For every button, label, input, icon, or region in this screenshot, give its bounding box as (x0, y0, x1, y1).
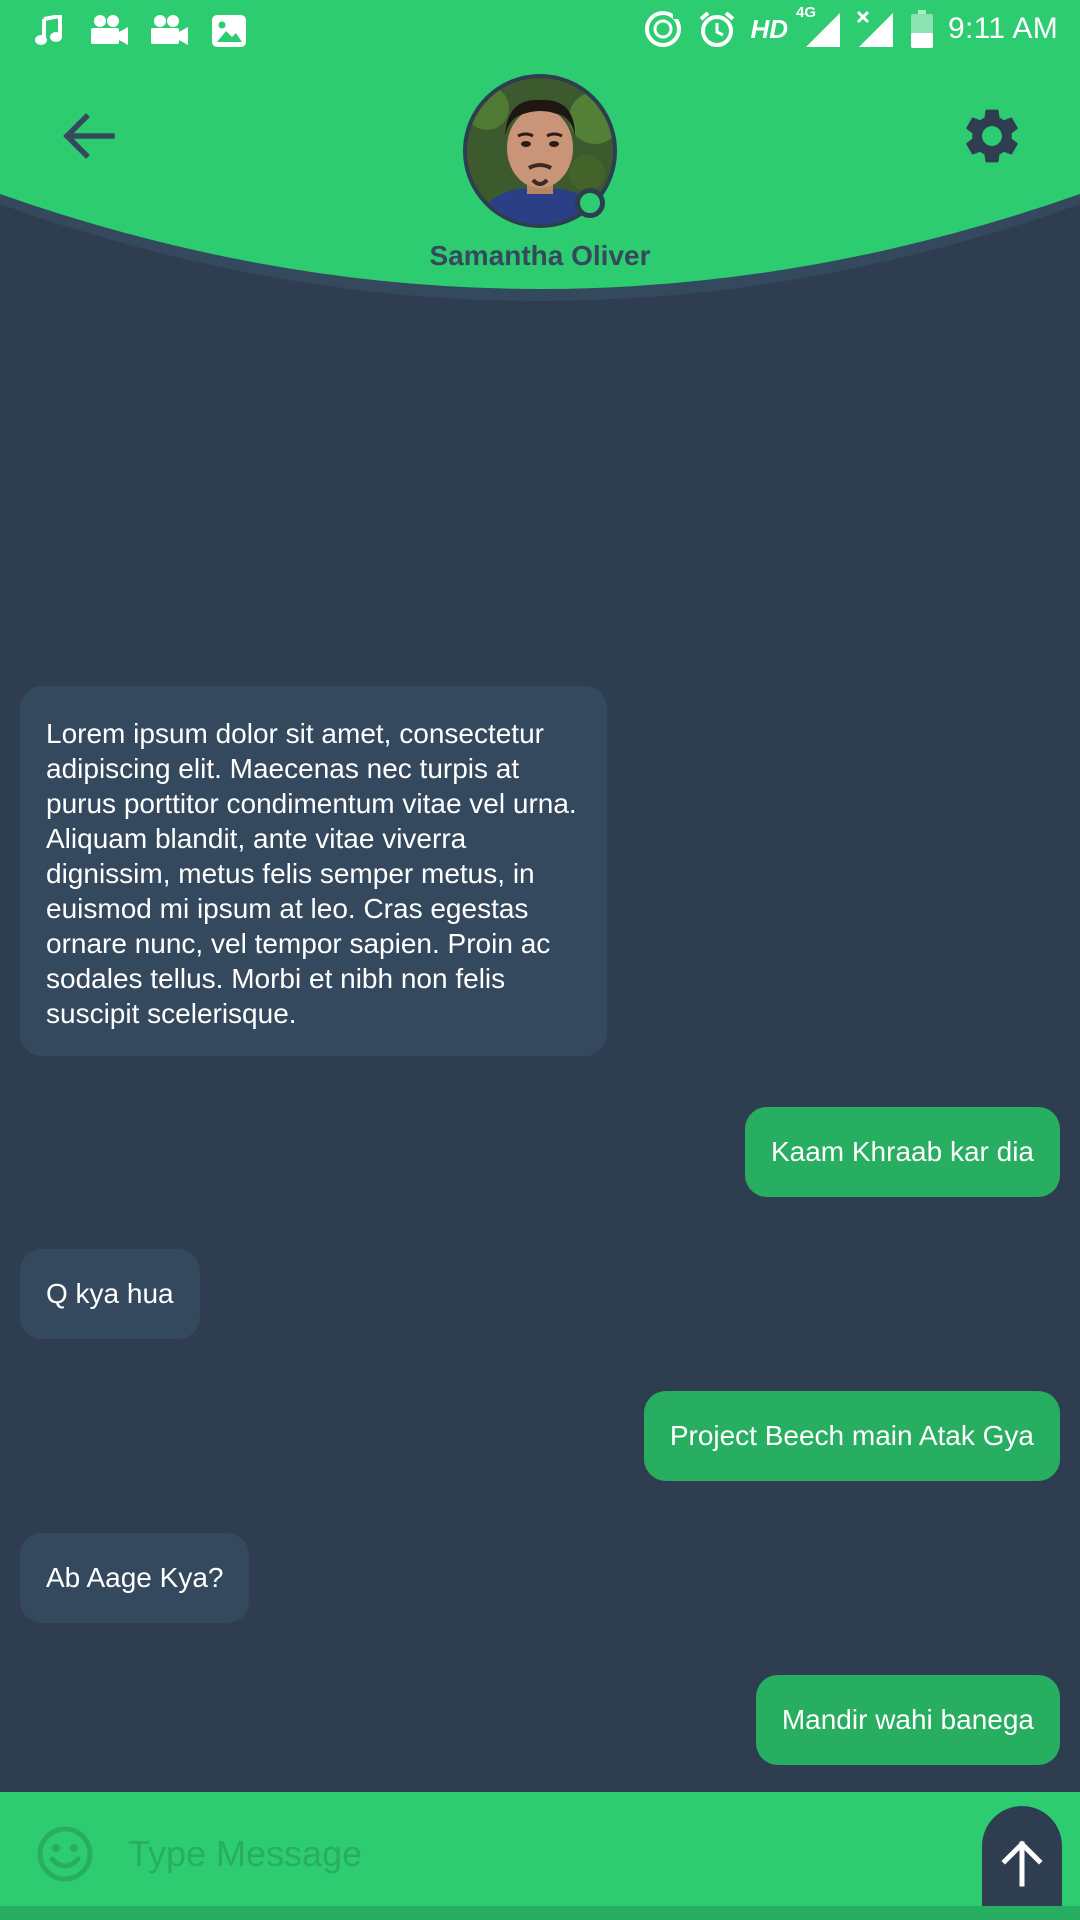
arrow-left-icon (63, 113, 115, 159)
back-button[interactable] (56, 104, 120, 168)
emoji-button[interactable] (36, 1825, 94, 1883)
message-bubble-incoming[interactable]: Lorem ipsum dolor sit amet, consectetur … (20, 686, 607, 1056)
video-camera-icon (148, 12, 190, 50)
signal-4g-icon: 4G (796, 4, 842, 48)
message-input[interactable] (128, 1822, 948, 1886)
online-status-indicator (575, 188, 605, 218)
status-notifications (28, 12, 250, 50)
gear-icon (966, 109, 1018, 163)
status-bar: HD 4G 9:11 AM (0, 0, 1080, 62)
signal-no-data-icon (854, 10, 896, 48)
video-camera-icon (88, 12, 130, 50)
message-composer (0, 1792, 1080, 1920)
status-system: HD 4G 9:11 AM (642, 4, 1058, 48)
message-bubble-incoming[interactable]: Q kya hua (20, 1249, 200, 1339)
message-bubble-incoming[interactable]: Ab Aage Kya? (20, 1533, 250, 1623)
music-note-icon (28, 12, 70, 50)
network-type-label: 4G (796, 4, 817, 21)
hd-icon: HD (750, 13, 789, 44)
message-bubble-outgoing[interactable]: Kaam Khraab kar dia (744, 1107, 1060, 1197)
message-bubble-outgoing[interactable]: Project Beech main Atak Gya (643, 1391, 1060, 1481)
smiley-face-icon (37, 1826, 93, 1882)
composer-bottom-edge (0, 1906, 1080, 1920)
alarm-icon (696, 10, 738, 48)
send-button[interactable] (982, 1806, 1062, 1920)
chat-header: Samantha Oliver (0, 62, 1080, 320)
image-icon (208, 12, 250, 50)
settings-button[interactable] (956, 100, 1028, 172)
contact-name[interactable]: Samantha Oliver (0, 240, 1080, 272)
data-saver-icon (642, 10, 684, 48)
battery-icon (908, 10, 936, 48)
message-bubble-outgoing[interactable]: Mandir wahi banega (755, 1675, 1060, 1765)
arrow-up-icon (1001, 1840, 1043, 1887)
status-time: 9:11 AM (948, 12, 1058, 45)
